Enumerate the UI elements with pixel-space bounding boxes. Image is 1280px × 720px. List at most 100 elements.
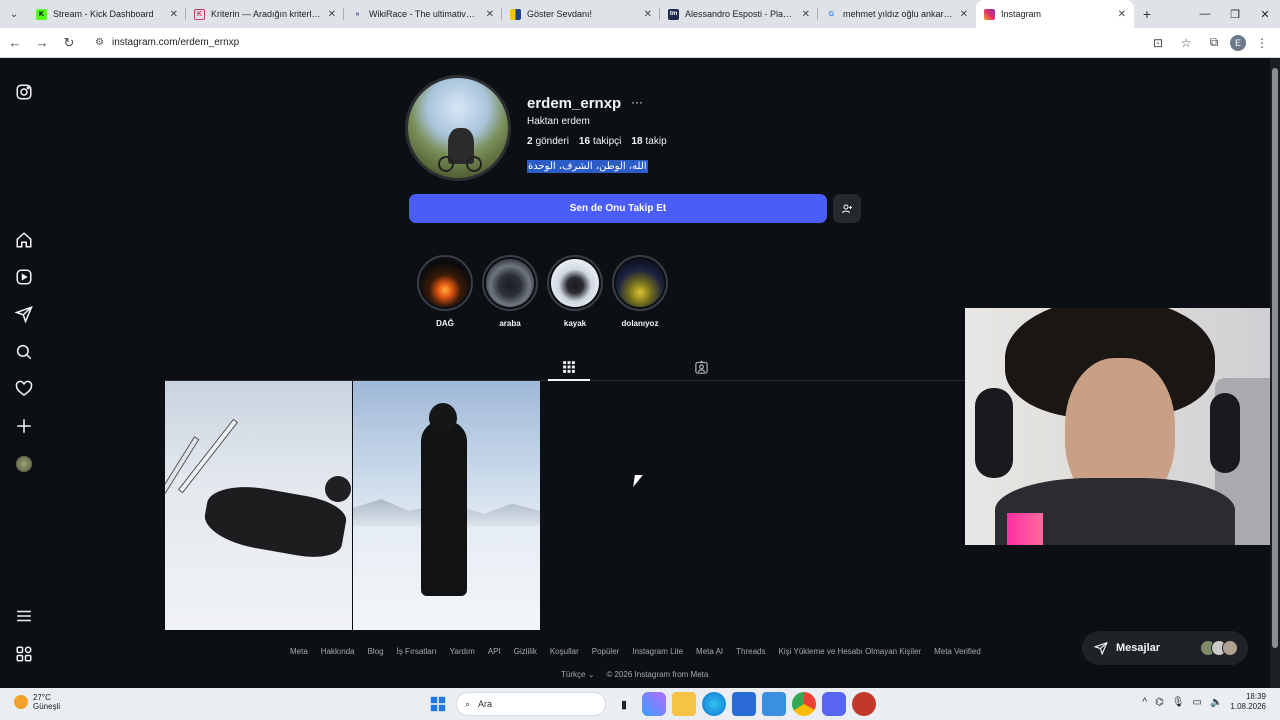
- messenger-send-icon: [1094, 641, 1108, 655]
- google-favicon-icon: G: [828, 10, 835, 18]
- instagram-favicon-icon: [984, 8, 995, 20]
- restore-icon[interactable]: ❐: [1220, 0, 1250, 28]
- footer-link[interactable]: Koşullar: [550, 647, 579, 656]
- messages-button[interactable]: Mesajlar: [1082, 631, 1248, 665]
- highlight-thumbnail: [421, 259, 469, 307]
- browser-tab[interactable]: K Kriterin — Aradığın kriterlere k ✕: [186, 0, 344, 28]
- footer-link[interactable]: Meta AI: [696, 647, 723, 656]
- close-window-icon[interactable]: ✕: [1250, 0, 1280, 28]
- create-plus-icon[interactable]: [14, 416, 34, 436]
- footer-link[interactable]: Instagram Lite: [632, 647, 683, 656]
- suggested-users-button[interactable]: [833, 194, 861, 223]
- forward-arrow-icon[interactable]: →: [30, 31, 54, 55]
- followers-label: takipçi: [593, 136, 622, 147]
- footer-link[interactable]: Yardım: [450, 647, 475, 656]
- footer-link[interactable]: Popüler: [592, 647, 620, 656]
- weather-widget[interactable]: 27°C Güneşli: [14, 693, 60, 711]
- post-thumbnail[interactable]: [165, 381, 352, 630]
- profile-stats: 2 gönderi 16 takipçi 18 takip: [527, 136, 667, 147]
- chrome-icon[interactable]: [792, 692, 816, 716]
- site-settings-icon[interactable]: ⚙: [95, 37, 104, 48]
- address-bar[interactable]: ⚙ instagram.com/erdem_ernxp: [87, 30, 1127, 55]
- close-tab-icon[interactable]: ✕: [1118, 9, 1126, 20]
- profile-avatar-icon[interactable]: [14, 454, 34, 474]
- display-icon[interactable]: ▭: [1193, 697, 1202, 708]
- follow-button[interactable]: Sen de Onu Takip Et: [409, 194, 827, 223]
- task-view-icon[interactable]: ▮: [612, 692, 636, 716]
- profile-picture[interactable]: [405, 75, 511, 181]
- network-icon[interactable]: ⌬: [1155, 697, 1164, 708]
- more-options-icon[interactable]: ···: [631, 95, 643, 109]
- clock[interactable]: 18:39 1.08.2026: [1230, 692, 1266, 712]
- hamburger-menu-icon[interactable]: [14, 606, 34, 626]
- tab-search-dropdown-icon[interactable]: ⌄: [0, 0, 28, 28]
- back-arrow-icon[interactable]: ←: [3, 31, 27, 55]
- footer-link[interactable]: Hakkında: [321, 647, 355, 656]
- close-tab-icon[interactable]: ✕: [486, 9, 494, 20]
- browser-tab[interactable]: » WikiRace - The ultimative Wiki ✕: [344, 0, 502, 28]
- close-tab-icon[interactable]: ✕: [644, 9, 652, 20]
- browser-tab-active[interactable]: Instagram ✕: [976, 0, 1134, 28]
- footer-link[interactable]: İş Fırsatları: [397, 647, 437, 656]
- footer-link[interactable]: Meta: [290, 647, 308, 656]
- app-icon[interactable]: [852, 692, 876, 716]
- minimize-icon[interactable]: —: [1190, 0, 1220, 28]
- reload-icon[interactable]: ↻: [57, 31, 81, 55]
- taskbar-search[interactable]: ⌕ Ara: [456, 692, 606, 716]
- close-tab-icon[interactable]: ✕: [170, 9, 178, 20]
- discord-icon[interactable]: [822, 692, 846, 716]
- highlight-item[interactable]: kayak: [547, 255, 603, 328]
- highlight-item[interactable]: araba: [482, 255, 538, 328]
- close-tab-icon[interactable]: ✕: [328, 9, 336, 20]
- highlight-label: araba: [499, 319, 521, 328]
- footer-link[interactable]: Gizlilik: [514, 647, 537, 656]
- edge-icon[interactable]: [702, 692, 726, 716]
- tab-posts-grid[interactable]: [548, 354, 590, 381]
- file-explorer-icon[interactable]: [672, 692, 696, 716]
- profile-avatar[interactable]: E: [1230, 34, 1246, 51]
- browser-tab[interactable]: K Stream - Kick Dashboard ✕: [28, 0, 186, 28]
- footer-link[interactable]: Meta Verified: [934, 647, 981, 656]
- tab-tagged[interactable]: [690, 354, 712, 381]
- store-icon[interactable]: [732, 692, 756, 716]
- browser-tab[interactable]: G mehmet yıldız oğlu ankaragüc ✕: [818, 0, 976, 28]
- footer-link[interactable]: Threads: [736, 647, 765, 656]
- browser-menu-icon[interactable]: ⋮: [1250, 31, 1274, 55]
- page-scrollbar[interactable]: [1270, 58, 1280, 688]
- extensions-icon[interactable]: ⧉: [1202, 31, 1226, 55]
- show-hidden-icons-chevron-icon[interactable]: ^: [1142, 697, 1147, 708]
- following-stat[interactable]: 18 takip: [631, 136, 666, 147]
- highlight-item[interactable]: dolanıyoz: [612, 255, 668, 328]
- windows-start-icon[interactable]: [426, 692, 450, 716]
- reels-icon[interactable]: [14, 267, 34, 287]
- taskbar-apps: ⌕ Ara ▮: [426, 692, 876, 716]
- direct-messages-icon[interactable]: [14, 304, 34, 324]
- close-tab-icon[interactable]: ✕: [960, 9, 968, 20]
- outlook-icon[interactable]: [762, 692, 786, 716]
- copilot-icon[interactable]: [642, 692, 666, 716]
- footer-link[interactable]: Kişi Yükleme ve Hesabı Olmayan Kişiler: [779, 647, 922, 656]
- also-from-meta-icon[interactable]: [14, 644, 34, 664]
- footer-link[interactable]: API: [488, 647, 501, 656]
- microphone-icon[interactable]: 🎙: [1172, 697, 1185, 708]
- highlight-item[interactable]: DAĞ: [417, 255, 473, 328]
- followers-count: 16: [578, 136, 591, 147]
- language-selector[interactable]: Türkçe ⌄: [561, 670, 594, 679]
- highlight-label: kayak: [563, 319, 587, 328]
- instagram-logo-icon[interactable]: [14, 82, 34, 102]
- notifications-heart-icon[interactable]: [14, 379, 34, 399]
- new-tab-button[interactable]: +: [1134, 0, 1160, 28]
- bookmark-star-icon[interactable]: ☆: [1174, 31, 1198, 55]
- home-icon[interactable]: [14, 230, 34, 250]
- search-icon[interactable]: [14, 342, 34, 362]
- browser-tab[interactable]: Göster Sevdanı! ✕: [502, 0, 660, 28]
- instagram-page: erdem_ernxp ··· Haktan erdem 2 gönderi 16…: [0, 58, 1280, 688]
- install-app-icon[interactable]: ⊡: [1146, 31, 1170, 55]
- followers-stat[interactable]: 16 takipçi: [579, 136, 621, 147]
- footer-link[interactable]: Blog: [368, 647, 384, 656]
- post-thumbnail[interactable]: [353, 381, 540, 630]
- volume-icon[interactable]: 🔈: [1210, 697, 1222, 708]
- tab-title: mehmet yıldız oğlu ankaragüc: [843, 9, 954, 19]
- close-tab-icon[interactable]: ✕: [802, 9, 810, 20]
- browser-tab[interactable]: tm Alessandro Esposti - Player pro ✕: [660, 0, 818, 28]
